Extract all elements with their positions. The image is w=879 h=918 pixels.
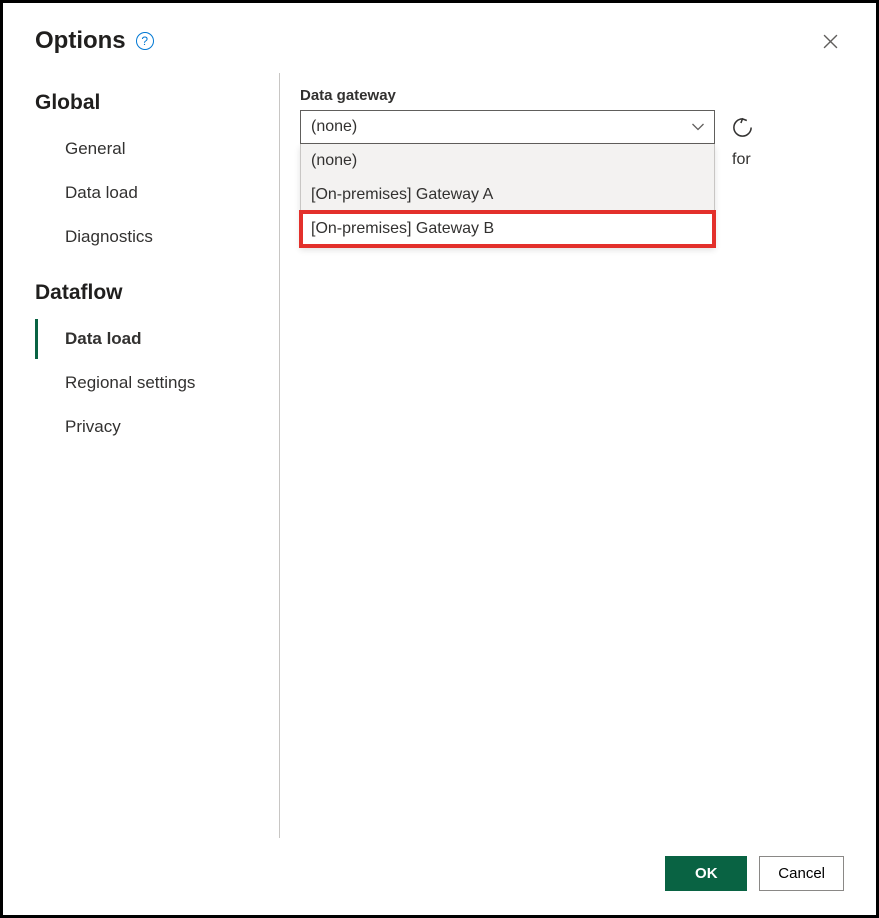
hint-tail-text: for — [732, 151, 751, 169]
main-panel: Data gateway (none) (none) [On-premises]… — [300, 73, 844, 838]
options-dialog: Options ? Global General Data load Diagn… — [0, 0, 879, 918]
dropdown-option-none[interactable]: (none) — [301, 144, 714, 178]
dialog-header: Options ? — [3, 3, 876, 67]
sidebar-item-regional-settings[interactable]: Regional settings — [35, 363, 275, 403]
data-gateway-select[interactable]: (none) (none) [On-premises] Gateway A [O… — [300, 110, 715, 144]
sidebar-item-global-data-load[interactable]: Data load — [35, 173, 275, 213]
refresh-button[interactable] — [729, 114, 755, 140]
close-icon — [823, 34, 838, 49]
chevron-down-icon — [691, 122, 705, 132]
field-label-data-gateway: Data gateway — [300, 87, 844, 104]
dropdown-option-gateway-b[interactable]: [On-premises] Gateway B — [301, 212, 714, 246]
dialog-footer: OK Cancel — [3, 838, 876, 915]
dropdown-option-gateway-a[interactable]: [On-premises] Gateway A — [301, 178, 714, 212]
select-box[interactable]: (none) — [300, 110, 715, 144]
section-heading-global: Global — [35, 85, 275, 121]
ok-button[interactable]: OK — [665, 856, 747, 891]
close-button[interactable] — [816, 27, 844, 55]
sidebar-item-dataflow-data-load[interactable]: Data load — [35, 319, 275, 359]
data-gateway-dropdown: (none) [On-premises] Gateway A [On-premi… — [300, 144, 715, 247]
select-row: (none) (none) [On-premises] Gateway A [O… — [300, 110, 844, 144]
sidebar-item-diagnostics[interactable]: Diagnostics — [35, 217, 275, 257]
sidebar-item-general[interactable]: General — [35, 129, 275, 169]
section-heading-dataflow: Dataflow — [35, 275, 275, 311]
sidebar: Global General Data load Diagnostics Dat… — [35, 73, 275, 838]
cancel-button[interactable]: Cancel — [759, 856, 844, 891]
refresh-icon — [731, 116, 754, 139]
dialog-title: Options — [35, 27, 126, 55]
select-value: (none) — [311, 118, 357, 136]
dialog-body: Global General Data load Diagnostics Dat… — [3, 67, 876, 838]
vertical-divider — [279, 73, 280, 838]
sidebar-item-privacy[interactable]: Privacy — [35, 407, 275, 447]
title-wrap: Options ? — [35, 27, 154, 55]
help-icon[interactable]: ? — [136, 32, 154, 50]
